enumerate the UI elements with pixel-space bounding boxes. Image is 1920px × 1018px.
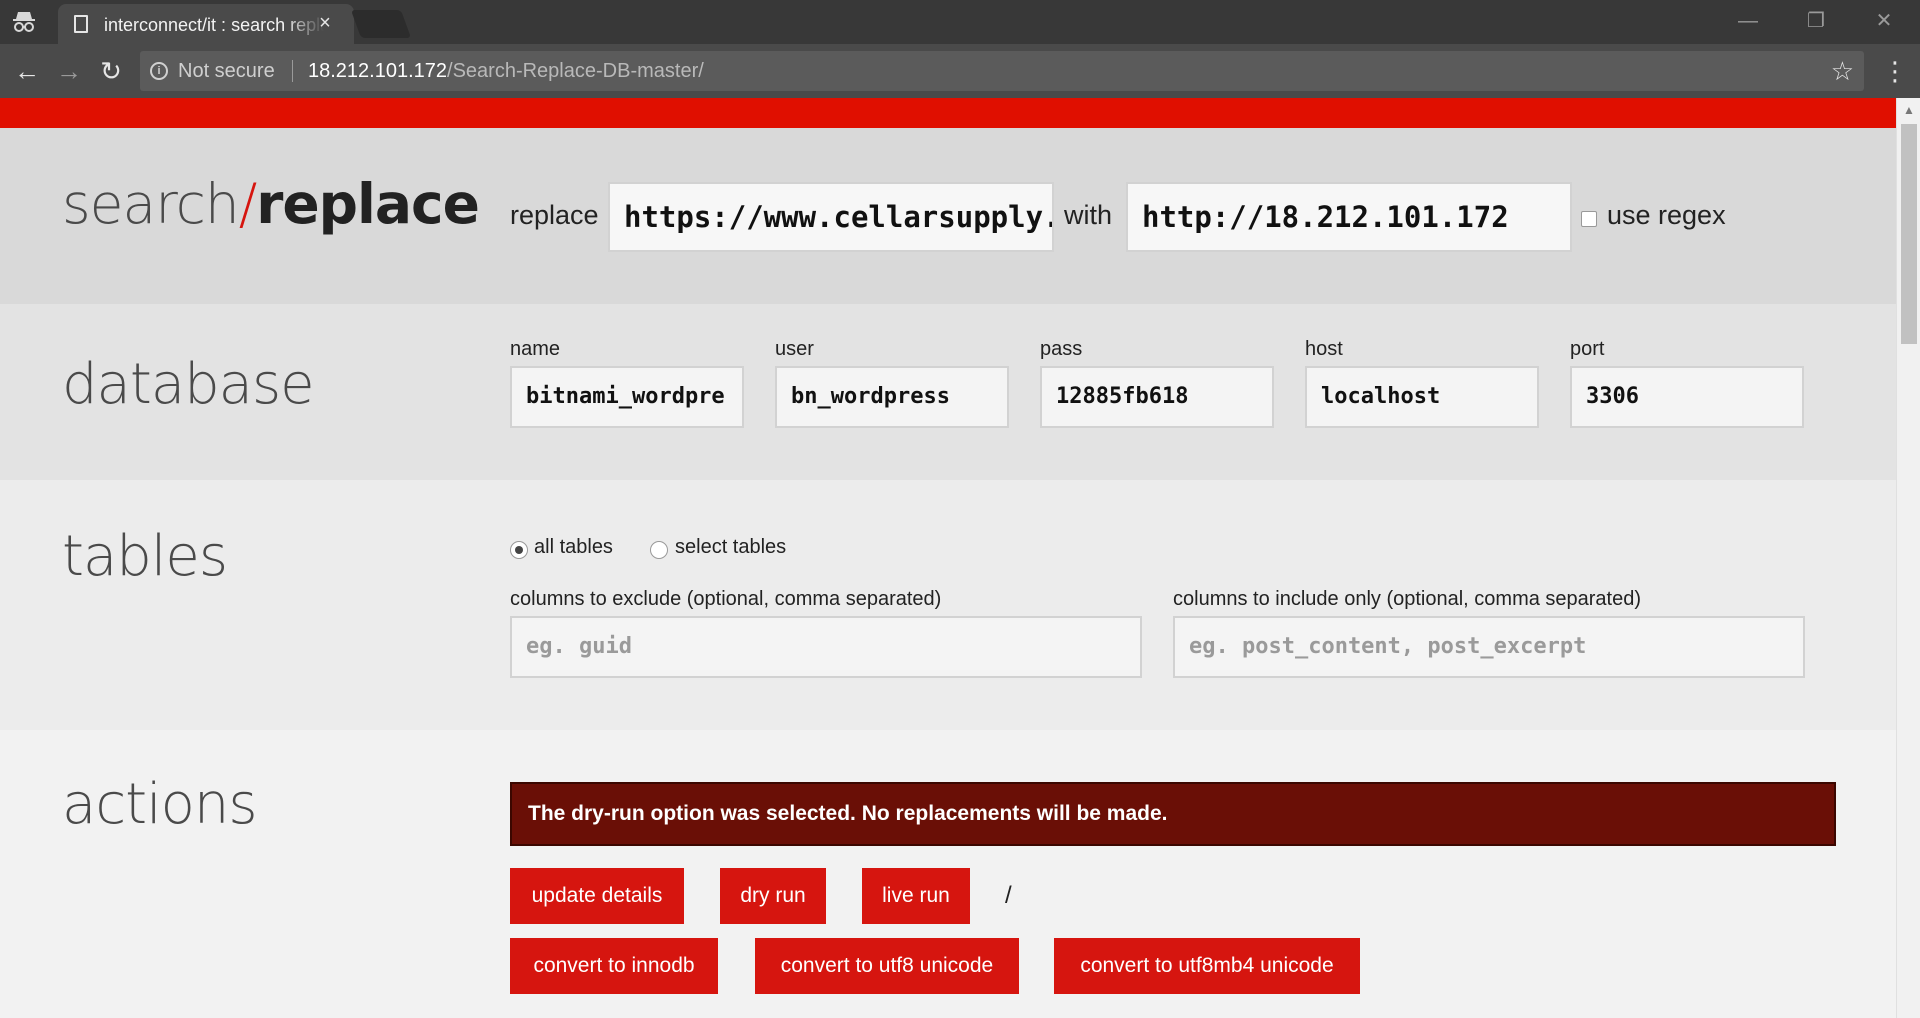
replace-label: replace: [510, 200, 599, 230]
menu-icon[interactable]: ⋮: [1882, 56, 1908, 86]
db-user-label: user: [775, 338, 814, 360]
db-host-input[interactable]: localhost: [1305, 366, 1539, 428]
incognito-icon: [13, 12, 35, 32]
back-icon[interactable]: ←: [12, 56, 42, 86]
db-name-input[interactable]: bitnami_wordpre: [510, 366, 744, 428]
db-pass-label: pass: [1040, 338, 1083, 360]
minimize-button[interactable]: —: [1726, 6, 1770, 36]
search-input[interactable]: https://www.cellarsupply.: [608, 182, 1054, 252]
restore-button[interactable]: ❐: [1794, 6, 1838, 36]
use-regex-label[interactable]: use regex: [1607, 200, 1726, 231]
db-port-label: port: [1570, 338, 1605, 360]
dry-run-button[interactable]: dry run: [720, 868, 826, 924]
page-scrollbar[interactable]: ▲: [1896, 98, 1920, 1018]
include-columns-label: columns to include only (optional, comma…: [1173, 588, 1642, 610]
forward-icon[interactable]: →: [54, 56, 84, 86]
top-red-bar: [0, 98, 1896, 128]
actions-section: actions The dry-run option was selected.…: [0, 730, 1896, 1018]
exclude-columns-input[interactable]: eg. guid: [510, 616, 1142, 678]
browser-toolbar: ← → ↻ i Not secure 18.212.101.172/Search…: [0, 44, 1920, 98]
url-path: /Search-Replace-DB-master/: [447, 60, 704, 82]
tab-title: interconnect/it : search replace: [104, 15, 324, 35]
bookmark-star-icon[interactable]: ☆: [1831, 56, 1854, 87]
tables-section: tables all tables select tables columns …: [0, 480, 1896, 730]
scroll-thumb[interactable]: [1901, 124, 1917, 344]
not-secure-label[interactable]: Not secure: [178, 60, 275, 83]
page-viewport: search/replace replace https://www.cella…: [0, 98, 1896, 1018]
url-text[interactable]: 18.212.101.172/Search-Replace-DB-master/: [308, 60, 704, 83]
browser-tab[interactable]: interconnect/it : search replace ×: [58, 4, 354, 44]
window-close-button[interactable]: ✕: [1862, 6, 1906, 36]
database-section: database name bitnami_wordpre user bn_wo…: [0, 304, 1896, 480]
brand-slash: /: [238, 172, 258, 236]
brand-replace: replace: [256, 172, 480, 236]
with-label: with: [1064, 200, 1113, 230]
search-replace-section: search/replace replace https://www.cella…: [0, 128, 1896, 304]
replace-with-input[interactable]: http://18.212.101.172: [1126, 182, 1572, 252]
select-tables-label[interactable]: select tables: [675, 536, 786, 559]
actions-title: actions: [62, 772, 258, 837]
all-tables-label[interactable]: all tables: [534, 536, 613, 559]
select-tables-radio[interactable]: [650, 541, 668, 559]
convert-utf8-button[interactable]: convert to utf8 unicode: [755, 938, 1019, 994]
exclude-columns-label: columns to exclude (optional, comma sepa…: [510, 588, 942, 610]
convert-utf8mb4-button[interactable]: convert to utf8mb4 unicode: [1054, 938, 1360, 994]
db-pass-input[interactable]: 12885fb618: [1040, 366, 1274, 428]
db-user-input[interactable]: bn_wordpress: [775, 366, 1009, 428]
all-tables-radio[interactable]: [510, 541, 528, 559]
actions-separator: /: [1005, 882, 1012, 909]
reload-icon[interactable]: ↻: [96, 56, 126, 86]
scroll-up-arrow-icon[interactable]: ▲: [1897, 100, 1920, 120]
db-port-input[interactable]: 3306: [1570, 366, 1804, 428]
include-columns-input[interactable]: eg. post_content, post_excerpt: [1173, 616, 1805, 678]
document-icon: [74, 15, 88, 33]
db-name-label: name: [510, 338, 561, 360]
convert-innodb-button[interactable]: convert to innodb: [510, 938, 718, 994]
db-host-label: host: [1305, 338, 1343, 360]
brand-search: search: [62, 172, 240, 236]
tables-title: tables: [62, 524, 228, 589]
new-tab-button[interactable]: [350, 10, 412, 38]
tab-bar: interconnect/it : search replace × — ❐ ✕: [0, 0, 1920, 44]
dry-run-notice: The dry-run option was selected. No repl…: [510, 782, 1836, 846]
url-host: 18.212.101.172: [308, 60, 448, 82]
info-icon[interactable]: i: [150, 62, 168, 80]
update-details-button[interactable]: update details: [510, 868, 684, 924]
database-title: database: [62, 352, 315, 417]
close-tab-icon[interactable]: ×: [314, 12, 336, 34]
address-bar[interactable]: i Not secure 18.212.101.172/Search-Repla…: [140, 51, 1864, 91]
brand-logo: search/replace: [62, 172, 480, 236]
url-divider: [292, 60, 293, 82]
live-run-button[interactable]: live run: [862, 868, 970, 924]
use-regex-checkbox[interactable]: [1581, 211, 1597, 227]
